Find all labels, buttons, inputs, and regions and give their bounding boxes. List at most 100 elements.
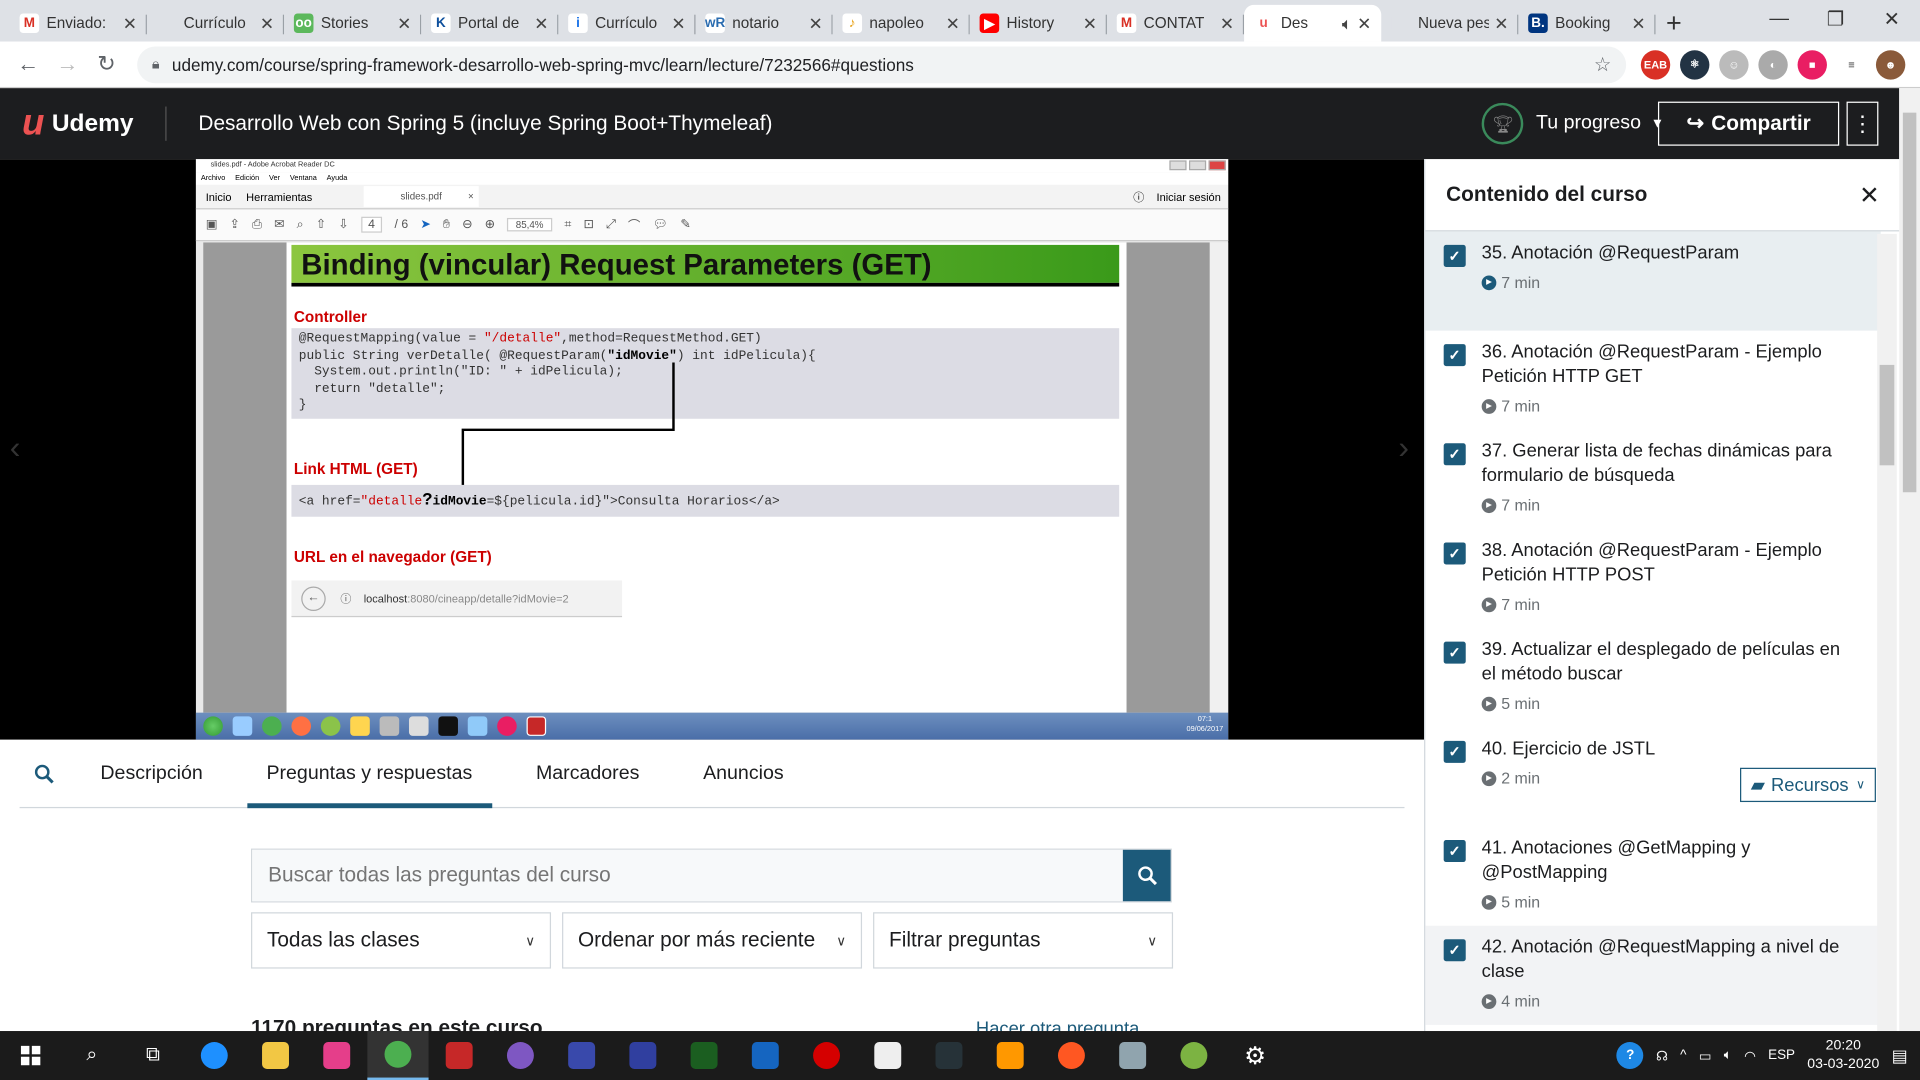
ws-icon[interactable] (673, 1031, 734, 1080)
new-tab-icon[interactable]: + (1656, 5, 1693, 42)
page-scrollbar[interactable] (1899, 88, 1920, 1032)
terminal-icon[interactable] (918, 1031, 979, 1080)
minimize-icon[interactable]: — (1751, 0, 1807, 39)
bookmark-star-icon[interactable]: ☆ (1594, 52, 1612, 76)
lecture-item[interactable]: ✓ 41. Anotaciones @GetMapping y @PostMapp… (1425, 827, 1881, 926)
extension-icon[interactable]: ◐ (1758, 49, 1788, 79)
network-icon[interactable] (735, 1031, 796, 1080)
checkbox-checked-icon[interactable]: ✓ (1443, 344, 1466, 367)
video-player[interactable]: ‹ › slides.pdf - Adobe Acrobat Reader DC… (0, 159, 1425, 740)
volume-icon[interactable]: 🔈︎ (1724, 1048, 1732, 1064)
webstorm-icon[interactable] (306, 1031, 367, 1080)
browser-tab[interactable]: wR notario ✕ (696, 5, 833, 42)
checkbox-checked-icon[interactable]: ✓ (1443, 840, 1466, 863)
browser-tab[interactable]: Currículo ✕ (147, 5, 285, 42)
notepad-icon[interactable] (857, 1031, 918, 1080)
lecture-item[interactable]: ✓ 36. Anotación @RequestParam - Ejemplo P… (1425, 331, 1881, 430)
sidebar-scroll-thumb[interactable] (1879, 364, 1895, 466)
browser-tab[interactable]: ♪ napoleo ✕ (833, 5, 970, 42)
browser-tab[interactable]: M CONTAT ✕ (1107, 5, 1245, 42)
lecture-item[interactable]: ✓ 42. Anotación @RequestMapping a nivel d… (1425, 925, 1881, 1025)
url-text[interactable]: udemy.com/course/spring-framework-desarr… (172, 54, 1594, 74)
speaker-icon[interactable]: 🔈︎ (1342, 13, 1352, 34)
help-icon[interactable]: ? (1616, 1042, 1644, 1069)
tab-close-icon[interactable]: ✕ (123, 13, 137, 34)
swift-icon[interactable] (1041, 1031, 1102, 1080)
sort-select[interactable]: Ordenar por más reciente ∨ (562, 912, 863, 969)
tab-close-icon[interactable]: ✕ (534, 13, 548, 34)
browser-tab[interactable]: i Currículo ✕ (558, 5, 696, 42)
lecture-item[interactable]: ✓ 39. Actualizar el desplegado de películ… (1425, 628, 1881, 727)
udemy-logo[interactable]: u Udemy (22, 103, 167, 143)
eclipse-icon[interactable] (551, 1031, 612, 1080)
next-lecture-icon[interactable]: › (1398, 429, 1409, 467)
lecture-item[interactable]: ✓ 38. Anotación @RequestParam - Ejemplo P… (1425, 529, 1881, 628)
edge-icon[interactable] (184, 1031, 245, 1080)
tab-close-icon[interactable]: ✕ (1357, 13, 1371, 34)
more-options-icon[interactable]: ⋮ (1846, 101, 1879, 146)
reload-icon[interactable]: ↻ (88, 46, 125, 83)
progress-button[interactable]: 🏆︎ Tu progreso ▼ (1482, 102, 1664, 145)
tab-close-icon[interactable]: ✕ (808, 13, 822, 34)
opera-icon[interactable] (796, 1031, 857, 1080)
page-scroll-thumb[interactable] (1902, 112, 1917, 493)
tab-close-icon[interactable]: ✕ (671, 13, 685, 34)
chevron-up-icon[interactable]: ^ (1680, 1048, 1686, 1063)
balloon-icon[interactable] (490, 1031, 551, 1080)
extension-icon[interactable]: ■ (1797, 49, 1827, 79)
browser-tab[interactable]: K Portal de ✕ (421, 5, 559, 42)
lecture-filter-select[interactable]: Todas las clases ∨ (251, 912, 552, 969)
tab-descripcion[interactable]: Descripción (100, 739, 202, 808)
springtool-icon[interactable]: ⚙ (1225, 1031, 1286, 1080)
people-icon[interactable]: ☊ (1656, 1048, 1668, 1064)
tab-close-icon[interactable]: ✕ (1631, 13, 1645, 34)
task-view-icon[interactable]: ⧉ (122, 1031, 183, 1080)
tab-close-icon[interactable]: ✕ (260, 13, 274, 34)
eclipse2-icon[interactable] (612, 1031, 673, 1080)
wifi-icon[interactable]: ◠ (1744, 1048, 1756, 1064)
clock[interactable]: 20:20 03-03-2020 (1807, 1037, 1879, 1074)
lecture-item[interactable]: ✓ 37. Generar lista de fechas dinámicas p… (1425, 430, 1881, 529)
prev-lecture-icon[interactable]: ‹ (10, 429, 21, 467)
course-title[interactable]: Desarrollo Web con Spring 5 (incluye Spr… (198, 111, 772, 135)
extension-icon[interactable]: ☺ (1719, 49, 1749, 79)
back-icon[interactable]: ← (10, 46, 47, 83)
checkbox-checked-icon[interactable]: ✓ (1443, 740, 1466, 763)
forward-icon[interactable]: → (49, 46, 86, 83)
extension-icon[interactable]: ⚛ (1680, 49, 1710, 79)
close-icon[interactable]: ✕ (1859, 179, 1880, 210)
lecture-item[interactable]: ✓ 35. Anotación @RequestParam ▶ 7 min (1425, 231, 1881, 331)
extension-icon[interactable]: ≡ (1836, 49, 1867, 79)
filezilla-icon[interactable] (429, 1031, 490, 1080)
question-search-input[interactable] (252, 849, 1123, 902)
close-window-icon[interactable]: ✕ (1864, 0, 1920, 39)
notification-icon[interactable]: ▤ (1892, 1045, 1908, 1066)
search-icon[interactable]: ⌕ (61, 1031, 122, 1080)
search-button[interactable] (1122, 849, 1171, 902)
tab-marcadores[interactable]: Marcadores (536, 739, 639, 808)
browser-tab[interactable]: M Enviado: ✕ (10, 5, 147, 42)
search-icon[interactable] (20, 739, 69, 808)
tab-close-icon[interactable]: ✕ (1494, 13, 1508, 34)
browser-tab[interactable]: oo Stories ✕ (284, 5, 422, 42)
greenapp-icon[interactable] (1163, 1031, 1224, 1080)
tab-close-icon[interactable]: ✕ (946, 13, 960, 34)
checkbox-checked-icon[interactable]: ✓ (1443, 542, 1466, 565)
question-filter-select[interactable]: Filtrar preguntas ∨ (873, 912, 1174, 969)
browser-tab[interactable]: B. Booking ✕ (1518, 5, 1656, 42)
windows-start-icon[interactable] (0, 1031, 61, 1080)
browser-tab[interactable]: Nueva pesta ✕ (1381, 5, 1519, 42)
extension-icon[interactable]: EAB (1640, 49, 1671, 79)
lecture-item[interactable]: ✓ 40. Ejercicio de JSTL ▶ 2 min ▰ Recursos ∨ (1425, 727, 1881, 826)
tab-close-icon[interactable]: ✕ (1083, 13, 1097, 34)
tab-anuncios[interactable]: Anuncios (703, 739, 784, 808)
share-button[interactable]: ↪ Compartir (1657, 101, 1840, 146)
checkbox-checked-icon[interactable]: ✓ (1443, 443, 1466, 466)
tab-close-icon[interactable]: ✕ (1220, 13, 1234, 34)
books-icon[interactable] (1102, 1031, 1163, 1080)
maximize-icon[interactable]: ❐ (1807, 0, 1863, 39)
sidebar-scrollbar[interactable] (1877, 233, 1897, 1032)
checkbox-checked-icon[interactable]: ✓ (1443, 939, 1466, 962)
battery-icon[interactable]: ▭ (1699, 1048, 1712, 1064)
tab-close-icon[interactable]: ✕ (397, 13, 411, 34)
